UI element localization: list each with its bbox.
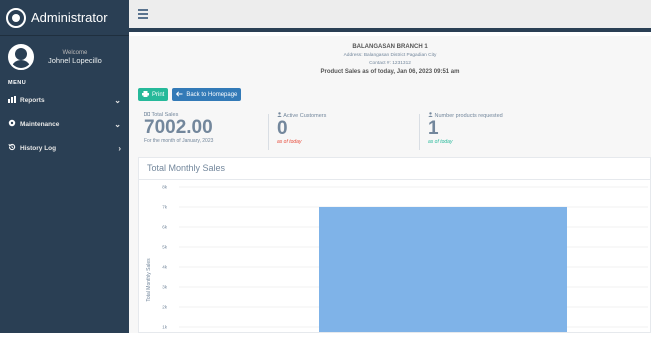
monthly-sales-panel: Total Monthly Sales Total Monthly Sales … bbox=[138, 157, 651, 337]
y-tick-label: 7k bbox=[162, 205, 168, 210]
branch-name: BALANGASAN BRANCH 1 bbox=[352, 44, 428, 50]
action-buttons: Print Back to Homepage bbox=[138, 88, 245, 101]
chevron-down-icon: ⌄ bbox=[114, 119, 121, 129]
sidebar-item-history-log[interactable]: History Log › bbox=[0, 136, 129, 160]
stat-subtext: as of today bbox=[277, 139, 302, 145]
home-label: Back to Homepage bbox=[186, 91, 238, 98]
y-tick-label: 1k bbox=[162, 325, 168, 330]
sidebar: Administrator Welcome Johnel Lopecillo M… bbox=[0, 0, 129, 333]
history-icon bbox=[8, 143, 20, 153]
username: Johnel Lopecillo bbox=[48, 55, 102, 65]
stat-total-sales: Total Sales 7002.00 For the month of Jan… bbox=[144, 112, 213, 144]
print-label: Print bbox=[152, 91, 165, 98]
stat-products-requested: Number products requested 1 as of today bbox=[428, 112, 503, 145]
stat-title: Active Customers bbox=[283, 113, 327, 119]
y-tick-label: 6k bbox=[162, 225, 168, 230]
main-content: BALANGASAN BRANCH 1 Address: Balangasan … bbox=[129, 36, 651, 337]
branch-address: Address: Balangasan District Pagadian Ci… bbox=[343, 53, 437, 58]
stat-subtext: as of today bbox=[428, 139, 453, 145]
print-button[interactable]: Print bbox=[138, 88, 169, 101]
sidebar-item-label: Maintenance bbox=[20, 120, 60, 128]
top-navbar bbox=[129, 0, 651, 32]
sidebar-item-reports[interactable]: Reports ⌄ bbox=[0, 88, 129, 112]
printer-icon bbox=[142, 90, 149, 99]
gear-icon bbox=[8, 119, 20, 129]
admin-logo-icon bbox=[6, 7, 26, 28]
sidebar-item-label: Reports bbox=[20, 96, 45, 104]
avatar bbox=[8, 44, 34, 70]
chart-title: Total Monthly Sales bbox=[139, 158, 650, 180]
y-tick-label: 8k bbox=[162, 185, 168, 190]
stat-subtext: For the month of January, 2023 bbox=[144, 138, 214, 144]
sidebar-item-maintenance[interactable]: Maintenance ⌄ bbox=[0, 112, 129, 136]
divider bbox=[419, 114, 420, 150]
stat-value: 7002.00 bbox=[144, 117, 213, 138]
y-axis-label: Total Monthly Sales bbox=[146, 258, 152, 302]
menu-label: MENU bbox=[8, 80, 27, 86]
sales-bar[interactable] bbox=[319, 206, 567, 337]
divider bbox=[268, 114, 269, 150]
sidebar-item-label: History Log bbox=[20, 144, 57, 152]
branch-header: BALANGASAN BRANCH 1 Address: Balangasan … bbox=[129, 36, 651, 75]
stat-value: 1 bbox=[428, 118, 439, 139]
bar-chart-icon bbox=[8, 95, 20, 105]
stat-title: Number products requested bbox=[434, 113, 503, 119]
y-tick-label: 2k bbox=[162, 305, 168, 310]
branch-contact: Contact #: 1231312 bbox=[369, 61, 411, 66]
sales-as-of: Product Sales as of today, Jan 06, 2023 … bbox=[320, 69, 460, 75]
profile: Welcome Johnel Lopecillo bbox=[0, 36, 129, 74]
stat-value: 0 bbox=[277, 118, 288, 139]
chevron-down-icon: ⌄ bbox=[114, 95, 121, 105]
brand-title: Administrator bbox=[31, 10, 108, 25]
back-to-homepage-button[interactable]: Back to Homepage bbox=[172, 88, 242, 101]
stat-active-customers: Active Customers 0 as of today bbox=[277, 112, 326, 145]
stats-row: Total Sales 7002.00 For the month of Jan… bbox=[144, 112, 644, 152]
arrow-left-icon bbox=[176, 90, 183, 99]
y-tick-label: 5k bbox=[162, 245, 168, 250]
brand[interactable]: Administrator bbox=[0, 0, 129, 36]
monthly-sales-chart: Total Monthly Sales 8k 7k 6k 5k 4k 3k 2k 1k bbox=[146, 185, 648, 337]
chevron-right-icon: › bbox=[118, 143, 121, 153]
y-tick-label: 4k bbox=[162, 265, 168, 270]
y-tick-label: 3k bbox=[162, 285, 168, 290]
menu-toggle-icon[interactable] bbox=[138, 9, 148, 21]
